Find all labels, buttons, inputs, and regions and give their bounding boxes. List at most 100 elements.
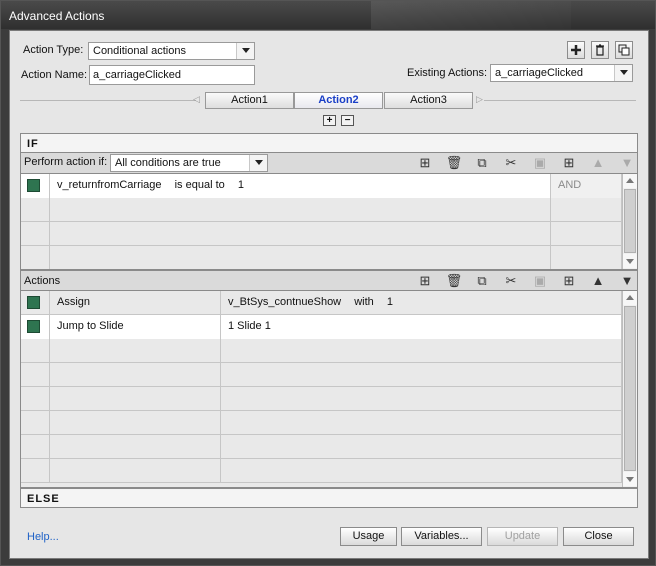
action-type-cell[interactable]: Jump to Slide (50, 315, 221, 339)
update-button[interactable]: Update (487, 527, 558, 546)
add-tab-button[interactable]: + (323, 115, 336, 126)
tab-scroll-left-icon[interactable]: ◁ (193, 94, 200, 105)
table-row[interactable] (21, 411, 622, 435)
insert-condition-icon[interactable]: ⊞ (560, 155, 578, 171)
actions-heading: Actions (24, 275, 61, 287)
action-type-cell[interactable] (50, 459, 221, 483)
move-up-icon[interactable]: ▲ (589, 273, 607, 289)
condition-operator: is equal to (174, 179, 225, 191)
update-button-label: Update (504, 530, 541, 542)
action-target-cell[interactable]: 1 Slide 1 (221, 315, 622, 339)
else-heading[interactable]: ELSE (20, 488, 638, 508)
condition-expression[interactable] (50, 246, 551, 269)
help-link[interactable]: Help... (27, 531, 59, 543)
scroll-up-icon[interactable] (623, 291, 637, 305)
action-type-cell[interactable]: Assign (50, 291, 221, 315)
action-type-cell[interactable] (50, 363, 221, 387)
scroll-thumb[interactable] (624, 189, 636, 253)
action-target-cell[interactable] (221, 363, 622, 387)
copy-icon[interactable]: ⧉ (473, 155, 491, 171)
move-down-icon[interactable]: ▼ (618, 273, 636, 289)
copy-icon[interactable]: ⧉ (473, 273, 491, 289)
paste-icon[interactable]: ▣ (531, 155, 549, 171)
condition-swatch-icon (27, 179, 40, 192)
tab-action3[interactable]: Action3 (384, 92, 473, 109)
table-row[interactable] (21, 339, 622, 363)
action-type-cell[interactable] (50, 339, 221, 363)
existing-actions-select[interactable]: a_carriageClicked (490, 64, 633, 82)
condition-expression[interactable]: v_returnfromCarriage is equal to 1 (50, 174, 551, 198)
trash-icon (596, 44, 604, 56)
actions-scrollbar[interactable] (622, 291, 637, 487)
table-row[interactable]: Jump to Slide 1 Slide 1 (21, 315, 622, 339)
action-name-input[interactable]: a_carriageClicked (89, 65, 255, 85)
action-target-cell[interactable] (221, 411, 622, 435)
table-row[interactable]: v_returnfromCarriage is equal to 1 AND (21, 174, 622, 198)
trash-icon[interactable]: 🗑 (445, 273, 463, 289)
row-swatch-cell (21, 174, 50, 198)
scroll-down-icon[interactable] (623, 254, 637, 268)
duplicate-action-button[interactable] (615, 41, 633, 59)
row-swatch-cell (21, 363, 50, 387)
paste-icon[interactable]: ▣ (531, 273, 549, 289)
tabs-separator-right (484, 100, 636, 101)
add-condition-icon[interactable]: ⊞ (416, 155, 434, 171)
action-target-cell[interactable] (221, 387, 622, 411)
tab-action2[interactable]: Action2 (294, 92, 383, 109)
action-target-cell[interactable] (221, 339, 622, 363)
action-type-select[interactable]: Conditional actions (88, 42, 255, 60)
condition-logic[interactable]: AND (551, 174, 622, 198)
scroll-down-icon[interactable] (623, 472, 637, 486)
table-row[interactable] (21, 459, 622, 483)
tab-scroll-right-icon[interactable]: ▷ (476, 94, 483, 105)
move-down-icon[interactable]: ▼ (618, 155, 636, 171)
table-row[interactable] (21, 435, 622, 459)
add-action-row-icon[interactable]: ⊞ (416, 273, 434, 289)
table-row[interactable] (21, 222, 622, 246)
advanced-actions-window: Advanced Actions Action Type: Conditiona… (0, 0, 656, 566)
usage-button-label: Usage (352, 530, 385, 542)
row-swatch-cell (21, 198, 50, 222)
conditions-scrollbar[interactable] (622, 174, 637, 269)
table-row[interactable] (21, 246, 622, 269)
tab-action1[interactable]: Action1 (205, 92, 294, 109)
condition-expression[interactable] (50, 222, 551, 246)
row-swatch-cell (21, 459, 50, 483)
condition-variable: v_returnfromCarriage (57, 179, 162, 191)
action-type-cell[interactable] (50, 411, 221, 435)
table-row[interactable]: Assign v_BtSys_contnueShow with 1 (21, 291, 622, 315)
chevron-down-icon (614, 65, 632, 81)
cut-icon[interactable]: ✂ (502, 155, 520, 171)
window-title: Advanced Actions (9, 9, 105, 23)
trash-icon[interactable]: 🗑 (445, 155, 463, 171)
add-action-button[interactable] (567, 41, 585, 59)
remove-tab-button[interactable]: − (341, 115, 354, 126)
scroll-thumb[interactable] (624, 306, 636, 471)
condition-logic[interactable] (551, 198, 622, 222)
scroll-up-icon[interactable] (623, 174, 637, 188)
action-target-cell[interactable] (221, 459, 622, 483)
perform-condition-select[interactable]: All conditions are true (110, 154, 268, 172)
perform-condition-value: All conditions are true (115, 157, 221, 169)
close-button[interactable]: Close (563, 527, 634, 546)
usage-button[interactable]: Usage (340, 527, 397, 546)
action-type-cell[interactable] (50, 387, 221, 411)
action-target-cell[interactable] (221, 435, 622, 459)
condition-logic-label: AND (558, 179, 582, 191)
table-row[interactable] (21, 198, 622, 222)
row-swatch-cell (21, 339, 50, 363)
minus-icon: − (344, 115, 351, 126)
condition-expression[interactable] (50, 198, 551, 222)
table-row[interactable] (21, 387, 622, 411)
table-row[interactable] (21, 363, 622, 387)
action-type-cell[interactable] (50, 435, 221, 459)
move-up-icon[interactable]: ▲ (589, 155, 607, 171)
action-target-cell[interactable]: v_BtSys_contnueShow with 1 (221, 291, 622, 315)
variables-button[interactable]: Variables... (401, 527, 482, 546)
condition-logic[interactable] (551, 246, 622, 269)
cut-icon[interactable]: ✂ (502, 273, 520, 289)
condition-logic[interactable] (551, 222, 622, 246)
delete-action-button[interactable] (591, 41, 609, 59)
row-swatch-cell (21, 387, 50, 411)
insert-action-icon[interactable]: ⊞ (560, 273, 578, 289)
